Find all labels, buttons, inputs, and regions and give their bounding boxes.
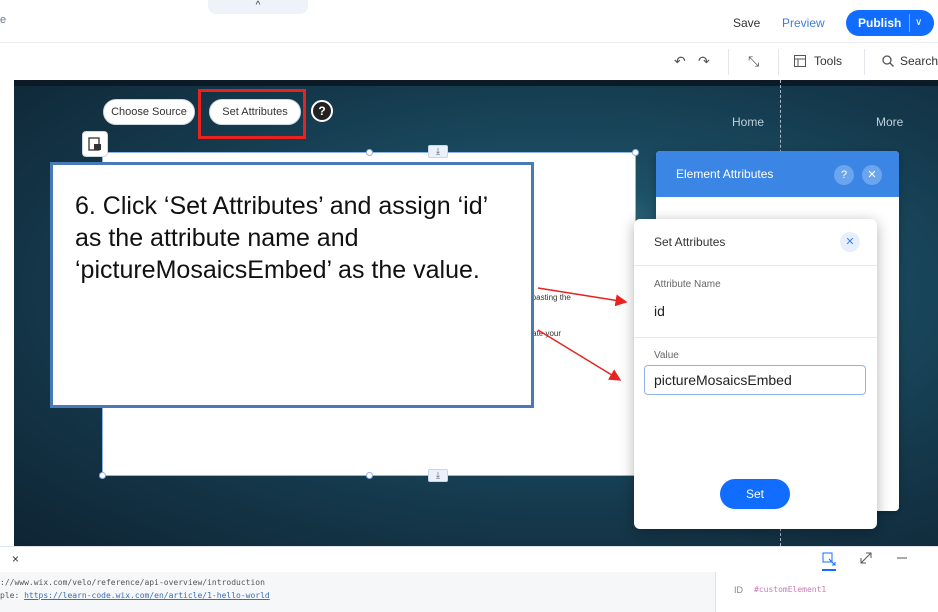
expand-icon[interactable] (860, 552, 872, 567)
help-icon[interactable]: ? (311, 100, 333, 122)
set-button[interactable]: Set (720, 479, 790, 509)
popup-title: Set Attributes (654, 235, 726, 249)
resize-handle[interactable] (366, 149, 373, 156)
minimize-icon[interactable] (896, 552, 908, 567)
tools-label: Tools (814, 54, 843, 68)
undo-icon[interactable]: ↶ (674, 53, 686, 70)
search-icon (882, 55, 894, 67)
editor-toolbar: ↶ ↷ ⤡ Tools Search (0, 42, 938, 80)
divider (634, 337, 877, 338)
attribute-name-field[interactable]: id (654, 303, 665, 319)
highlight-box (198, 89, 306, 139)
preview-button[interactable]: Preview (782, 16, 825, 30)
top-bar: e ^ Save Preview Publish ∨ (0, 0, 938, 42)
anchor-icon[interactable]: ⤓ (428, 145, 448, 158)
attribute-name-label: Attribute Name (654, 279, 721, 290)
set-attributes-popup: Set Attributes ✕ Attribute Name id Value… (634, 219, 877, 529)
zoom-out-icon[interactable]: ⤡ (748, 53, 759, 70)
close-icon[interactable]: × (12, 552, 19, 566)
value-label: Value (654, 350, 679, 361)
element-type-icon[interactable] (82, 131, 108, 157)
publish-divider (909, 14, 910, 32)
toolbar-divider (728, 49, 729, 75)
code-line: ://www.wix.com/velo/reference/api-overvi… (0, 578, 265, 587)
resize-handle[interactable] (366, 472, 373, 479)
collapse-handle[interactable]: ^ (208, 0, 308, 14)
code-panel-bar: × (0, 546, 938, 572)
close-icon[interactable]: ✕ (840, 232, 860, 252)
element-id-field[interactable]: #customElement1 (754, 585, 826, 594)
resize-handle[interactable] (632, 149, 639, 156)
toolbar-divider (778, 49, 779, 75)
divider (634, 265, 877, 266)
redo-icon[interactable]: ↷ (698, 53, 710, 70)
site-nav-home[interactable]: Home (732, 115, 764, 129)
code-text: ://www.wix.com/velo/reference/api-overvi… (0, 578, 265, 587)
close-icon[interactable]: ✕ (862, 165, 882, 185)
search-label: Search (900, 54, 938, 68)
instruction-callout: 6. Click ‘Set Attributes’ and assign ‘id… (50, 162, 534, 408)
chevron-down-icon[interactable]: ∨ (915, 10, 922, 36)
toolbar-divider (864, 49, 865, 75)
id-label: ID (734, 585, 743, 595)
code-text: ple: (0, 591, 25, 600)
properties-panel: ID #customElement1 (715, 572, 938, 612)
site-name-fragment: e (0, 14, 7, 26)
layers-icon[interactable] (822, 552, 836, 571)
code-link[interactable]: https://learn-code.wix.com/en/article/1-… (24, 591, 270, 600)
tools-icon (794, 55, 806, 67)
canvas-top-edge (14, 80, 938, 86)
site-nav-more[interactable]: More (876, 115, 903, 129)
code-editor[interactable]: ://www.wix.com/velo/reference/api-overvi… (0, 572, 715, 612)
help-icon[interactable]: ? (834, 165, 854, 185)
anchor-icon[interactable]: ⤓ (428, 469, 448, 482)
instruction-text: 6. Click ‘Set Attributes’ and assign ‘id… (75, 192, 488, 284)
search-button[interactable]: Search (882, 54, 938, 68)
tools-button[interactable]: Tools (794, 54, 842, 68)
value-input[interactable]: pictureMosaicsEmbed (644, 365, 866, 395)
publish-label: Publish (858, 16, 902, 30)
publish-button[interactable]: Publish ∨ (846, 10, 934, 36)
chevron-up-icon: ^ (255, 0, 261, 11)
save-button[interactable]: Save (733, 16, 760, 30)
panel-header: Element Attributes ? ✕ (656, 151, 899, 197)
choose-source-button[interactable]: Choose Source (103, 99, 195, 125)
resize-handle[interactable] (99, 472, 106, 479)
code-line: ple: https://learn-code.wix.com/en/artic… (0, 591, 270, 600)
panel-title: Element Attributes (676, 167, 774, 181)
